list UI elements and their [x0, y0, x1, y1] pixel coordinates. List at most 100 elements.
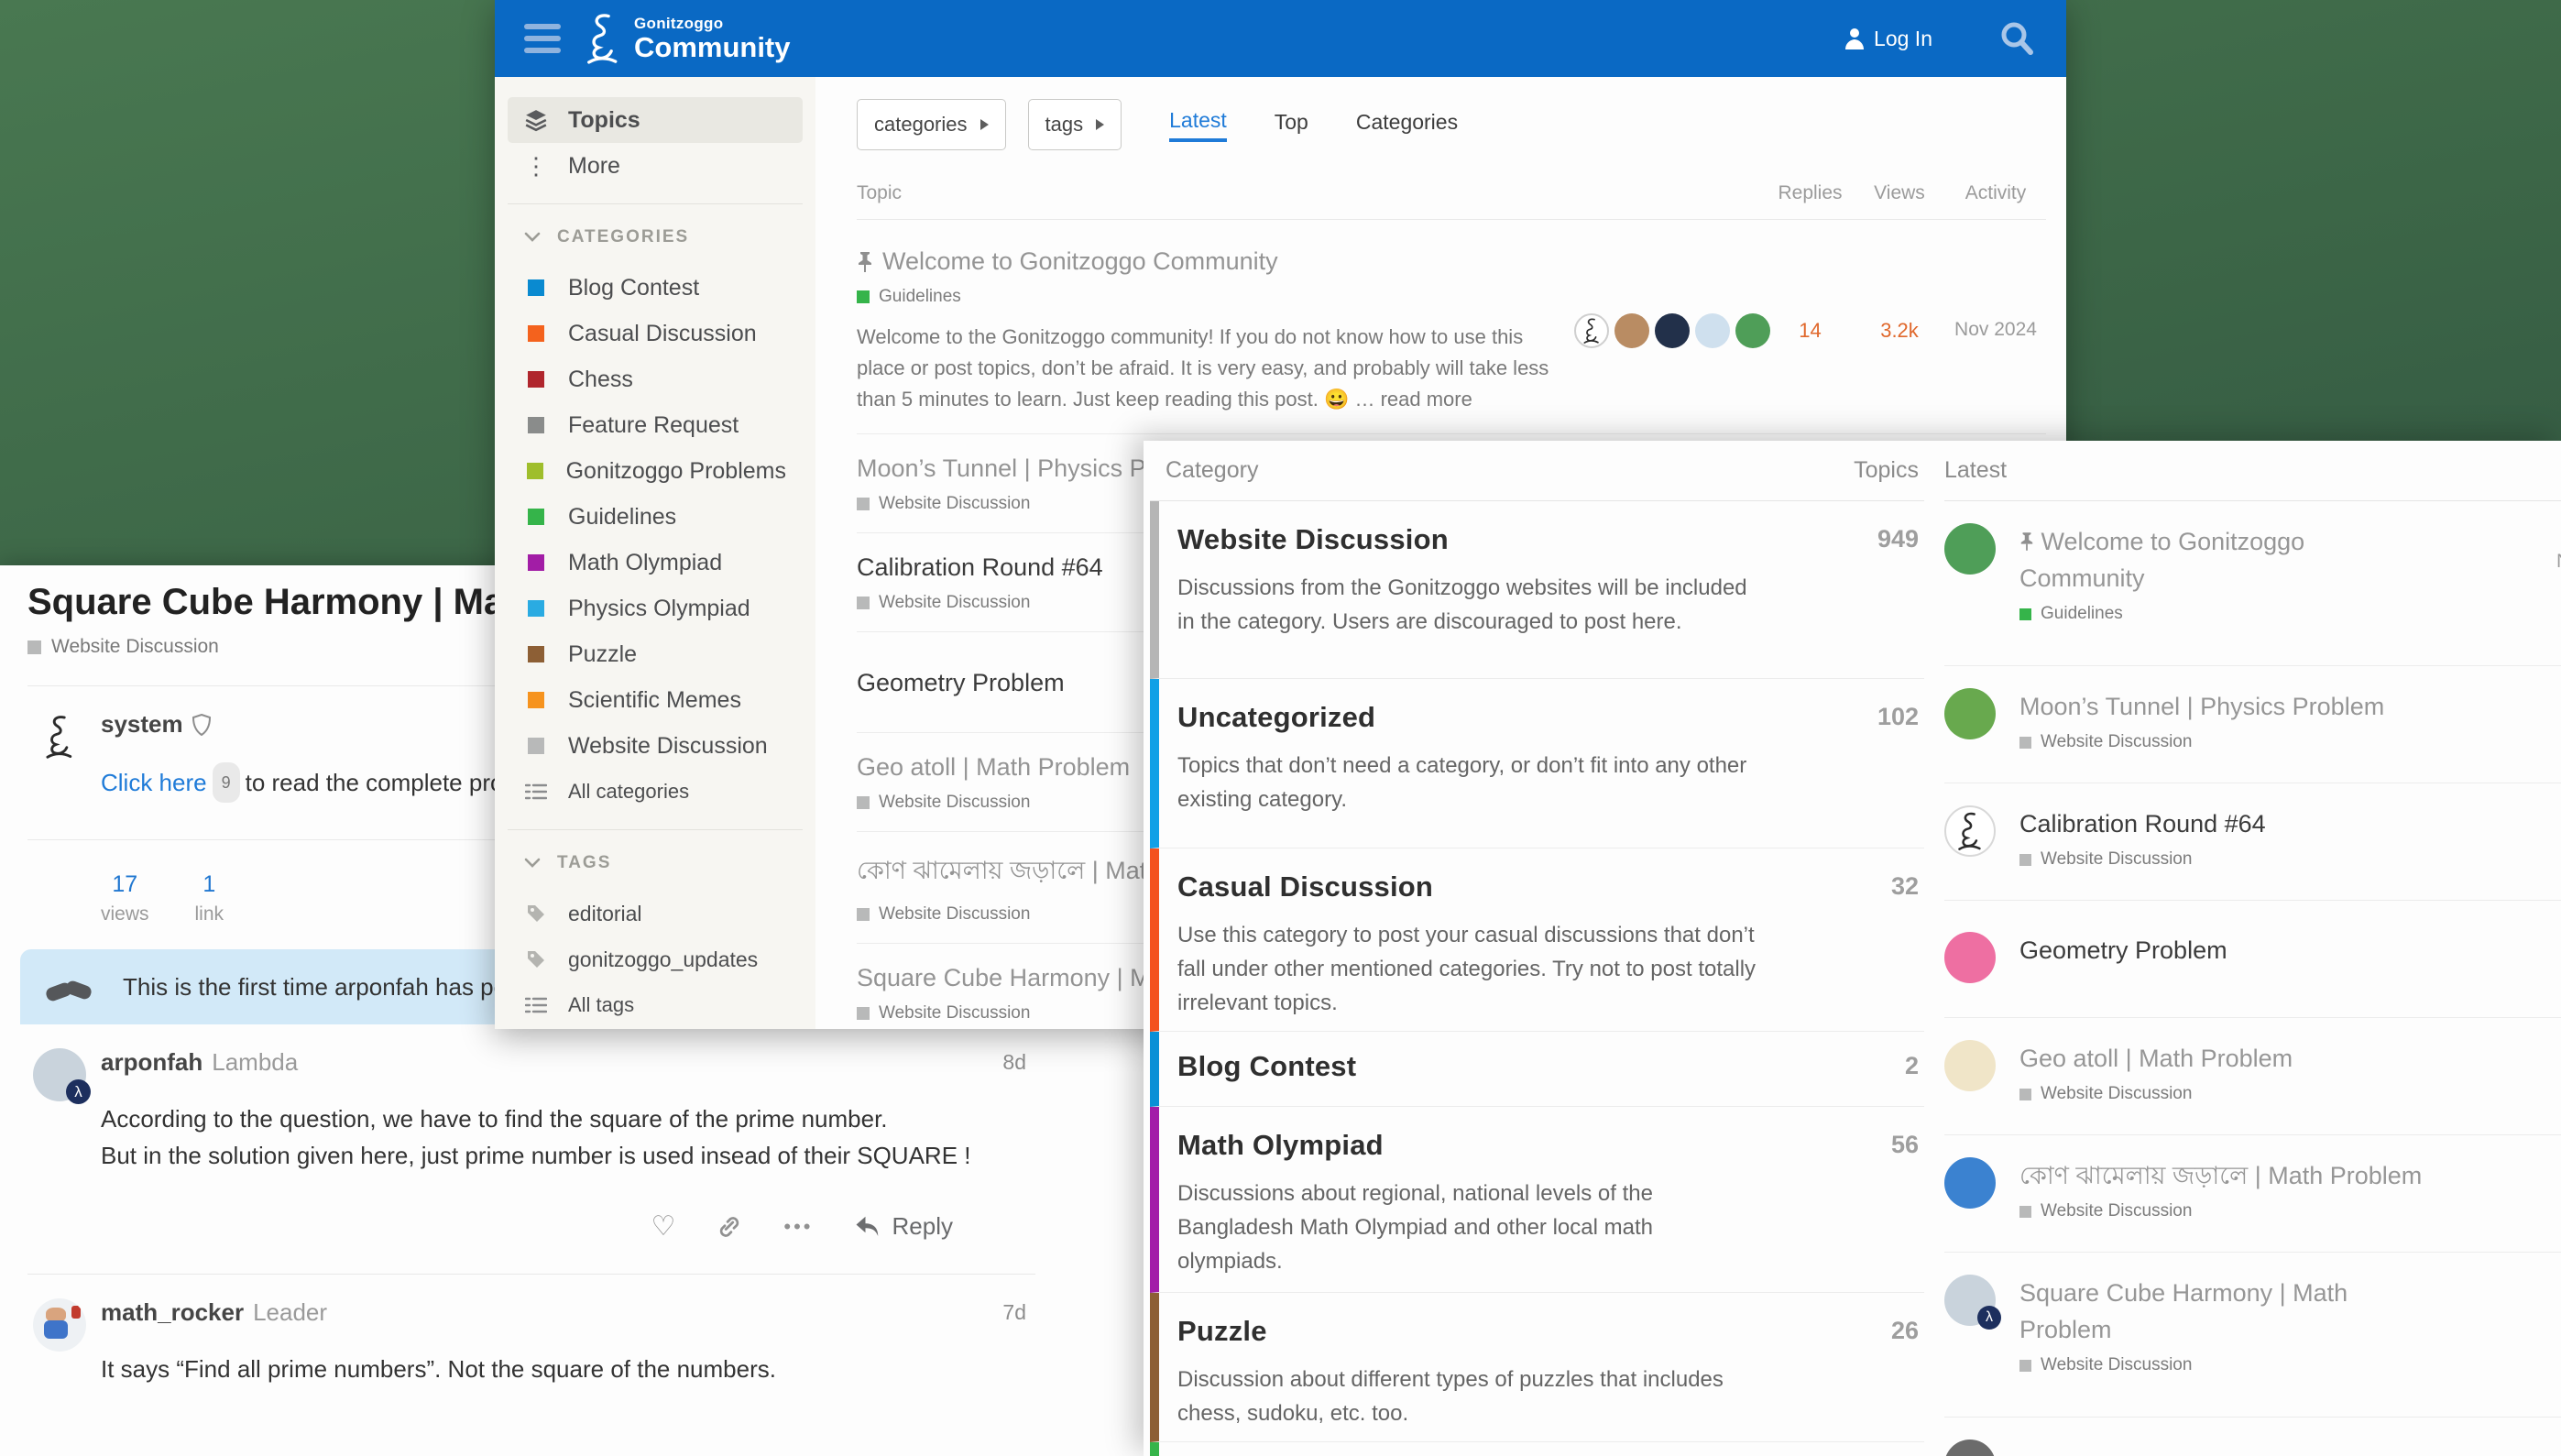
- user-avatar[interactable]: [1944, 523, 1996, 575]
- topic-link[interactable]: Square Cube Harmony | Math Problem: [2019, 1275, 2427, 1348]
- brand-title[interactable]: Gonitzoggo Community: [634, 15, 791, 62]
- sidebar-item-category-casual-discussion[interactable]: Casual Discussion: [508, 311, 803, 356]
- sidebar-item-label: Gonitzoggo Problems: [566, 458, 786, 485]
- category-topic-count: 32: [1891, 872, 1919, 901]
- topic-link[interactable]: Welcome to Gonitzoggo Community: [857, 247, 1574, 276]
- activity-date[interactable]: Nov 2024: [1945, 319, 2046, 415]
- links-stat[interactable]: 1 link: [195, 871, 224, 925]
- user-avatar[interactable]: [1944, 1157, 1996, 1209]
- category-row-puzzle[interactable]: Puzzle 26 Discussion about different typ…: [1150, 1293, 1924, 1442]
- tags-dropdown[interactable]: tags: [1028, 99, 1122, 150]
- user-avatar[interactable]: [1944, 688, 1996, 739]
- login-button[interactable]: Log In: [1844, 27, 1932, 51]
- category-name[interactable]: Blog Contest: [1177, 1050, 1869, 1083]
- topic-category-badge[interactable]: Guidelines: [857, 287, 1574, 307]
- topic-link[interactable]: Geometry Problem: [2019, 932, 2227, 969]
- topic-category-badge[interactable]: Website Discussion: [2019, 1355, 2427, 1375]
- user-avatar[interactable]: [1944, 932, 1996, 983]
- replies-count[interactable]: 14: [1767, 319, 1854, 415]
- post-actions: ♡ ••• Reply: [27, 1210, 953, 1243]
- sidebar-item-all-tags[interactable]: All tags: [508, 982, 803, 1028]
- sidebar-item-topics[interactable]: Topics: [508, 97, 803, 143]
- sidebar-item-category-guidelines[interactable]: Guidelines: [508, 494, 803, 540]
- category-row-math-olympiad[interactable]: Math Olympiad 56 Discussions about regio…: [1150, 1107, 1924, 1293]
- user-avatar[interactable]: [1695, 313, 1730, 348]
- topic-category-badge[interactable]: Guidelines: [2019, 604, 2427, 624]
- sidebar-item-more[interactable]: ⋮ More: [508, 143, 803, 189]
- category-name[interactable]: Math Olympiad: [1177, 1129, 1869, 1162]
- category-row-casual-discussion[interactable]: Casual Discussion 32 Use this category t…: [1150, 848, 1924, 1032]
- category-row-guidelines-partial[interactable]: [1150, 1442, 1924, 1456]
- category-description: Discussion about different types of puzz…: [1177, 1363, 1764, 1430]
- math-rocker-avatar[interactable]: [33, 1298, 86, 1352]
- click-here-link[interactable]: Click here: [101, 769, 207, 796]
- sidebar-item-tag-gonitzoggo-updates[interactable]: gonitzoggo_updates: [508, 936, 803, 982]
- sidebar-item-label: Scientific Memes: [568, 687, 741, 714]
- category-name[interactable]: Website Discussion: [1177, 523, 1869, 556]
- topic-category-badge[interactable]: Website Discussion: [2019, 732, 2384, 752]
- topic-link[interactable]: Calibration Round #64: [2019, 805, 2266, 842]
- like-button[interactable]: ♡: [651, 1210, 676, 1243]
- gonitzoggo-logo-icon[interactable]: [585, 12, 621, 65]
- reply-button[interactable]: Reply: [854, 1212, 953, 1241]
- category-description: Discussions from the Gonitzoggo websites…: [1177, 571, 1764, 639]
- category-color-square: [2019, 1206, 2031, 1218]
- layers-icon: [524, 108, 548, 132]
- post-username[interactable]: system: [101, 710, 183, 739]
- topic-link[interactable]: Welcome to Gonitzoggo Community: [2019, 523, 2427, 597]
- arponfah-avatar[interactable]: λ: [33, 1048, 86, 1101]
- copy-link-button[interactable]: [716, 1213, 743, 1241]
- sidebar-item-category-website-discussion[interactable]: Website Discussion: [508, 723, 803, 769]
- user-avatar[interactable]: [1944, 1440, 1996, 1456]
- user-avatar[interactable]: [1614, 313, 1649, 348]
- system-logo-avatar[interactable]: [1944, 805, 1996, 857]
- sidebar-item-category-math-olympiad[interactable]: Math Olympiad: [508, 540, 803, 586]
- sidebar-item-label: Website Discussion: [568, 733, 768, 760]
- search-icon[interactable]: [1997, 18, 2037, 59]
- chevron-down-icon: [524, 858, 541, 869]
- user-avatar[interactable]: [1944, 1040, 1996, 1091]
- categories-dropdown[interactable]: categories: [857, 99, 1006, 150]
- sidebar-item-category-feature-request[interactable]: Feature Request: [508, 402, 803, 448]
- sidebar-item-category-physics-olympiad[interactable]: Physics Olympiad: [508, 586, 803, 631]
- system-logo-avatar[interactable]: [1574, 313, 1609, 348]
- sidebar-item-category-chess[interactable]: Chess: [508, 356, 803, 402]
- sidebar-section-categories[interactable]: CATEGORIES: [508, 219, 803, 256]
- category-color-square: [528, 600, 544, 617]
- views-stat[interactable]: 17 views: [101, 871, 149, 925]
- app-header: Gonitzoggo Community Log In: [495, 0, 2066, 77]
- topic-link[interactable]: Moon’s Tunnel | Physics Problem: [2019, 688, 2384, 725]
- sidebar-item-category-puzzle[interactable]: Puzzle: [508, 631, 803, 677]
- system-avatar[interactable]: [33, 710, 86, 763]
- user-avatar[interactable]: [1735, 313, 1770, 348]
- user-avatar[interactable]: [1655, 313, 1690, 348]
- category-row-website-discussion[interactable]: Website Discussion 949 Discussions from …: [1150, 501, 1924, 679]
- post-username[interactable]: math_rocker: [101, 1298, 244, 1327]
- topic-link[interactable]: Geo atoll | Math Problem: [2019, 1040, 2293, 1077]
- sidebar-item-category-gonitzoggo-problems[interactable]: Gonitzoggo Problems: [508, 448, 803, 494]
- topic-category-badge[interactable]: Website Discussion: [2019, 1084, 2293, 1104]
- more-actions-button[interactable]: •••: [783, 1215, 813, 1239]
- category-name[interactable]: Casual Discussion: [1177, 870, 1869, 903]
- list-icon: [524, 783, 548, 801]
- topic-category-badge[interactable]: Website Discussion: [2019, 849, 2266, 870]
- hamburger-menu-icon[interactable]: [524, 24, 561, 53]
- post-username[interactable]: arponfah: [101, 1048, 202, 1077]
- sidebar-item-category-scientific-memes[interactable]: Scientific Memes: [508, 677, 803, 723]
- topic-category-badge[interactable]: Website Discussion: [2019, 1201, 2422, 1221]
- category-name[interactable]: Uncategorized: [1177, 701, 1869, 734]
- sidebar-item-all-categories[interactable]: All categories: [508, 769, 803, 815]
- sidebar-item-category-blog-contest[interactable]: Blog Contest: [508, 265, 803, 311]
- sidebar-section-tags[interactable]: TAGS: [508, 845, 803, 881]
- topic-excerpt: Welcome to the Gonitzoggo community! If …: [857, 322, 1574, 415]
- user-avatar[interactable]: λ: [1944, 1275, 1996, 1326]
- tab-latest[interactable]: Latest: [1169, 108, 1227, 142]
- tab-categories[interactable]: Categories: [1356, 110, 1458, 140]
- sidebar-item-tag-editorial[interactable]: editorial: [508, 891, 803, 936]
- category-name[interactable]: Puzzle: [1177, 1315, 1869, 1348]
- tab-top[interactable]: Top: [1275, 110, 1308, 140]
- topic-link[interactable]: কোণ ঝামেলায় জড়ালে | Math Problem: [2019, 1157, 2422, 1194]
- category-row-blog-contest[interactable]: Blog Contest 2: [1150, 1032, 1924, 1107]
- sidebar-item-label: Math Olympiad: [568, 550, 722, 576]
- category-row-uncategorized[interactable]: Uncategorized 102 Topics that don’t need…: [1150, 679, 1924, 848]
